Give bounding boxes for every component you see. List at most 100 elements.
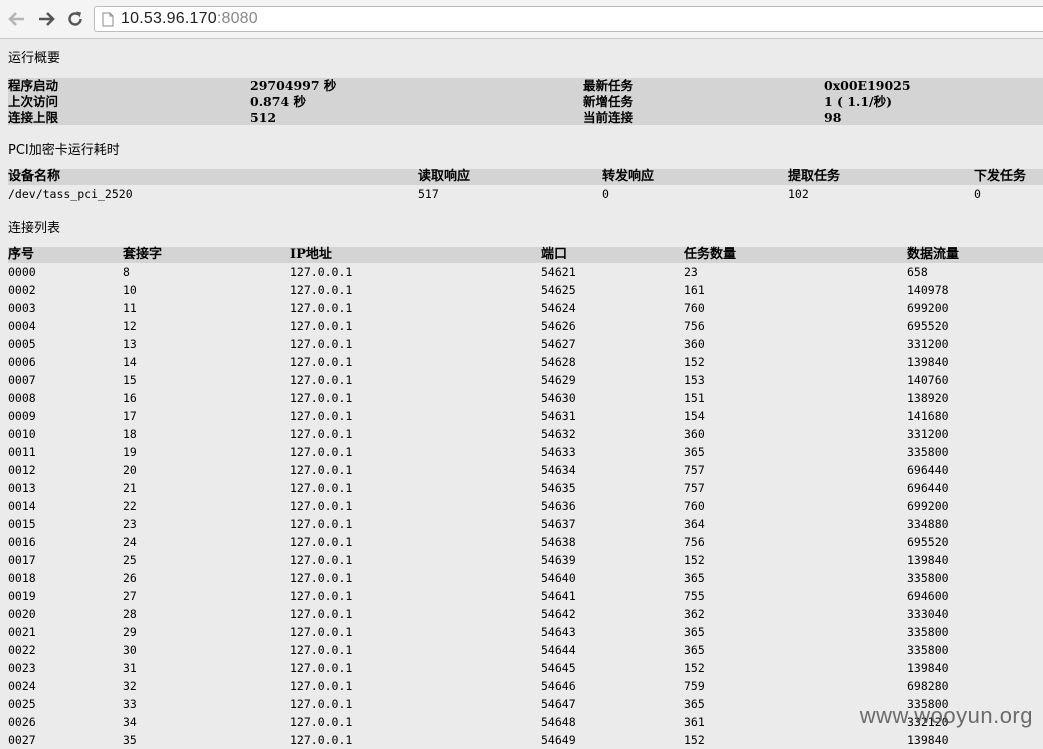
overview-label: 上次访问 [8, 94, 59, 109]
table-cell: 54643 [541, 625, 576, 639]
table-cell: 127.0.0.1 [290, 499, 353, 513]
reload-icon [68, 11, 82, 26]
table-cell: 127.0.0.1 [290, 607, 353, 621]
table-cell: 0009 [8, 409, 36, 423]
table-cell: 161 [684, 283, 705, 297]
back-button[interactable] [6, 8, 28, 30]
table-cell: 698280 [907, 679, 949, 693]
table-cell: 23 [684, 265, 698, 279]
table-cell: 54630 [541, 391, 576, 405]
table-cell: 54645 [541, 661, 576, 675]
overview-label: 新增任务 [583, 94, 634, 109]
table-row: 0007 15 127.0.0.1 54629 153 140760 [8, 371, 1043, 389]
table-cell: 699200 [907, 499, 949, 513]
forward-button[interactable] [35, 8, 57, 30]
overview-row: 程序启动 29704997 秒 最新任务 0x00E19025 [8, 78, 1043, 94]
table-cell: 34 [123, 715, 137, 729]
connections-title: 连接列表 [8, 221, 61, 236]
pci-column-header: 读取响应 [418, 169, 471, 184]
table-cell: 127.0.0.1 [290, 337, 353, 351]
table-cell: 127.0.0.1 [290, 571, 353, 585]
forward-arrow-icon [39, 12, 55, 26]
table-cell: 54639 [541, 553, 576, 567]
table-cell: 362 [684, 607, 705, 621]
table-cell: 33 [123, 697, 137, 711]
table-cell: 54635 [541, 481, 576, 495]
table-cell: 139840 [907, 355, 949, 369]
table-row: 0023 31 127.0.0.1 54645 152 139840 [8, 659, 1043, 677]
table-cell: 0003 [8, 301, 36, 315]
overview-value: 1 ( 1.1/秒) [824, 94, 893, 109]
pci-cell: 517 [418, 187, 439, 201]
table-cell: 11 [123, 301, 137, 315]
connections-column-header: 任务数量 [684, 247, 737, 262]
overview-label: 当前连接 [583, 110, 634, 125]
table-cell: 757 [684, 463, 705, 477]
table-cell: 54625 [541, 283, 576, 297]
table-cell: 54632 [541, 427, 576, 441]
table-cell: 28 [123, 607, 137, 621]
reload-button[interactable] [64, 8, 86, 30]
table-cell: 21 [123, 481, 137, 495]
table-row: 0010 18 127.0.0.1 54632 360 331200 [8, 425, 1043, 443]
table-cell: 365 [684, 571, 705, 585]
table-row: 0006 14 127.0.0.1 54628 152 139840 [8, 353, 1043, 371]
table-cell: 30 [123, 643, 137, 657]
table-cell: 152 [684, 733, 705, 747]
table-cell: 8 [123, 265, 130, 279]
table-cell: 757 [684, 481, 705, 495]
table-cell: 364 [684, 517, 705, 531]
table-cell: 32 [123, 679, 137, 693]
table-cell: 154 [684, 409, 705, 423]
table-cell: 127.0.0.1 [290, 733, 353, 747]
url-host: 10.53.96.170 [121, 10, 217, 27]
table-cell: 0015 [8, 517, 36, 531]
table-cell: 127.0.0.1 [290, 553, 353, 567]
table-cell: 0020 [8, 607, 36, 621]
table-cell: 54648 [541, 715, 576, 729]
connections-column-header: IP地址 [290, 247, 332, 262]
table-cell: 27 [123, 589, 137, 603]
table-row: 0021 29 127.0.0.1 54643 365 335800 [8, 623, 1043, 641]
table-cell: 54641 [541, 589, 576, 603]
table-cell: 13 [123, 337, 137, 351]
table-row: 0012 20 127.0.0.1 54634 757 696440 [8, 461, 1043, 479]
table-cell: 127.0.0.1 [290, 715, 353, 729]
table-cell: 127.0.0.1 [290, 661, 353, 675]
table-cell: 54628 [541, 355, 576, 369]
table-cell: 15 [123, 373, 137, 387]
table-cell: 335800 [907, 445, 949, 459]
table-cell: 54649 [541, 733, 576, 747]
table-cell: 0022 [8, 643, 36, 657]
pci-table-header: 设备名称 读取响应 转发响应 提取任务 下发任务 [8, 169, 1043, 185]
table-row: 0009 17 127.0.0.1 54631 154 141680 [8, 407, 1043, 425]
table-cell: 151 [684, 391, 705, 405]
table-cell: 0011 [8, 445, 36, 459]
table-cell: 31 [123, 661, 137, 675]
table-cell: 694600 [907, 589, 949, 603]
table-cell: 127.0.0.1 [290, 391, 353, 405]
table-cell: 20 [123, 463, 137, 477]
table-cell: 0012 [8, 463, 36, 477]
overview-row: 连接上限 512 当前连接 98 [8, 110, 1043, 126]
url-text[interactable]: 10.53.96.170:8080 [121, 10, 258, 28]
table-cell: 760 [684, 301, 705, 315]
table-cell: 139840 [907, 553, 949, 567]
table-cell: 139840 [907, 733, 949, 747]
table-row: 0024 32 127.0.0.1 54646 759 698280 [8, 677, 1043, 695]
address-bar[interactable]: 10.53.96.170:8080 [94, 6, 1043, 32]
table-cell: 127.0.0.1 [290, 697, 353, 711]
table-cell: 0023 [8, 661, 36, 675]
table-row: 0027 35 127.0.0.1 54649 152 139840 [8, 731, 1043, 749]
connections-table-header: 序号 套接字 IP地址 端口 任务数量 数据流量 [8, 247, 1043, 263]
table-cell: 335800 [907, 571, 949, 585]
table-cell: 0014 [8, 499, 36, 513]
table-cell: 16 [123, 391, 137, 405]
table-cell: 22 [123, 499, 137, 513]
table-cell: 54644 [541, 643, 576, 657]
table-cell: 54634 [541, 463, 576, 477]
overview-value: 98 [824, 110, 842, 125]
table-cell: 365 [684, 445, 705, 459]
table-cell: 23 [123, 517, 137, 531]
table-cell: 0016 [8, 535, 36, 549]
